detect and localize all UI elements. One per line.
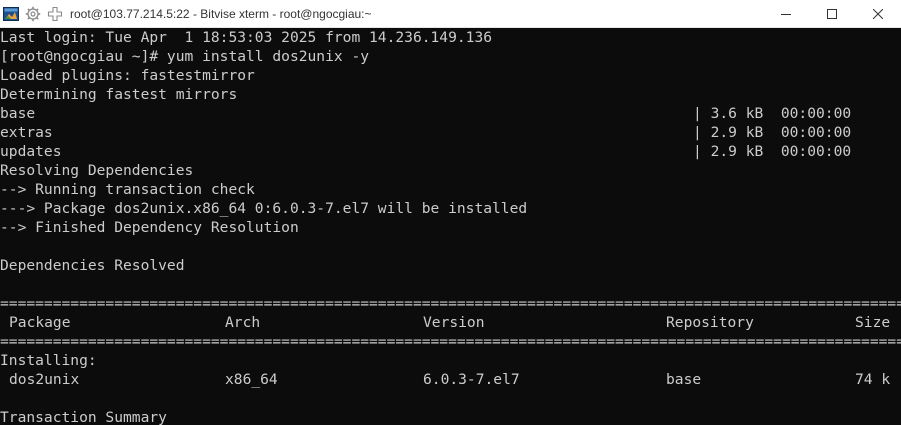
repo-name: updates — [0, 143, 62, 160]
minimize-icon[interactable] — [763, 0, 809, 28]
separator-line: ========================================… — [0, 333, 901, 350]
terminal-line: [root@ngocgiau ~]# yum install dos2unix … — [0, 48, 370, 65]
repo-size: | 2.9 kB 00:00:00 — [693, 124, 852, 141]
repo-name: base — [0, 105, 36, 122]
table-header-repository: Repository — [666, 314, 754, 331]
terminal-line: Loaded plugins: fastestmirror — [0, 67, 255, 84]
window-controls — [763, 0, 901, 28]
terminal-line: ---> Package dos2unix.x86_64 0:6.0.3-7.e… — [0, 200, 528, 217]
window-title: root@103.77.214.5:22 - Bitvise xterm - r… — [70, 6, 372, 21]
table-header-version: Version — [423, 314, 485, 331]
table-cell-size: 74 k — [855, 371, 891, 388]
table-header-arch: Arch — [225, 314, 261, 331]
gear-icon[interactable] — [24, 5, 42, 23]
table-cell-repository: base — [666, 371, 702, 388]
terminal-line: Last login: Tue Apr 1 18:53:03 2025 from… — [0, 29, 493, 46]
plus-icon[interactable] — [46, 5, 64, 23]
repo-name: extras — [0, 124, 53, 141]
table-cell-arch: x86_64 — [225, 371, 278, 388]
bitvise-terminal-icon[interactable] — [2, 5, 20, 23]
table-cell-package: dos2unix — [9, 371, 80, 388]
terminal-line: Resolving Dependencies — [0, 162, 194, 179]
terminal-line: Determining fastest mirrors — [0, 86, 238, 103]
table-header-package: Package — [9, 314, 71, 331]
repo-size: | 2.9 kB 00:00:00 — [693, 143, 852, 160]
terminal-line: Installing: — [0, 352, 97, 369]
terminal-line: --> Running transaction check — [0, 181, 255, 198]
separator-line: ========================================… — [0, 295, 901, 312]
maximize-icon[interactable] — [809, 0, 855, 28]
terminal-line: --> Finished Dependency Resolution — [0, 219, 299, 236]
terminal-window: root@103.77.214.5:22 - Bitvise xterm - r… — [0, 0, 901, 425]
table-header-size: Size — [855, 314, 891, 331]
repo-size: | 3.6 kB 00:00:00 — [693, 105, 852, 122]
title-bar[interactable]: root@103.77.214.5:22 - Bitvise xterm - r… — [0, 0, 901, 28]
terminal-line: Dependencies Resolved — [0, 257, 185, 274]
table-cell-version: 6.0.3-7.el7 — [423, 371, 520, 388]
close-icon[interactable] — [855, 0, 901, 28]
terminal-line: Transaction Summary — [0, 409, 167, 425]
terminal-output[interactable]: Last login: Tue Apr 1 18:53:03 2025 from… — [0, 28, 901, 425]
